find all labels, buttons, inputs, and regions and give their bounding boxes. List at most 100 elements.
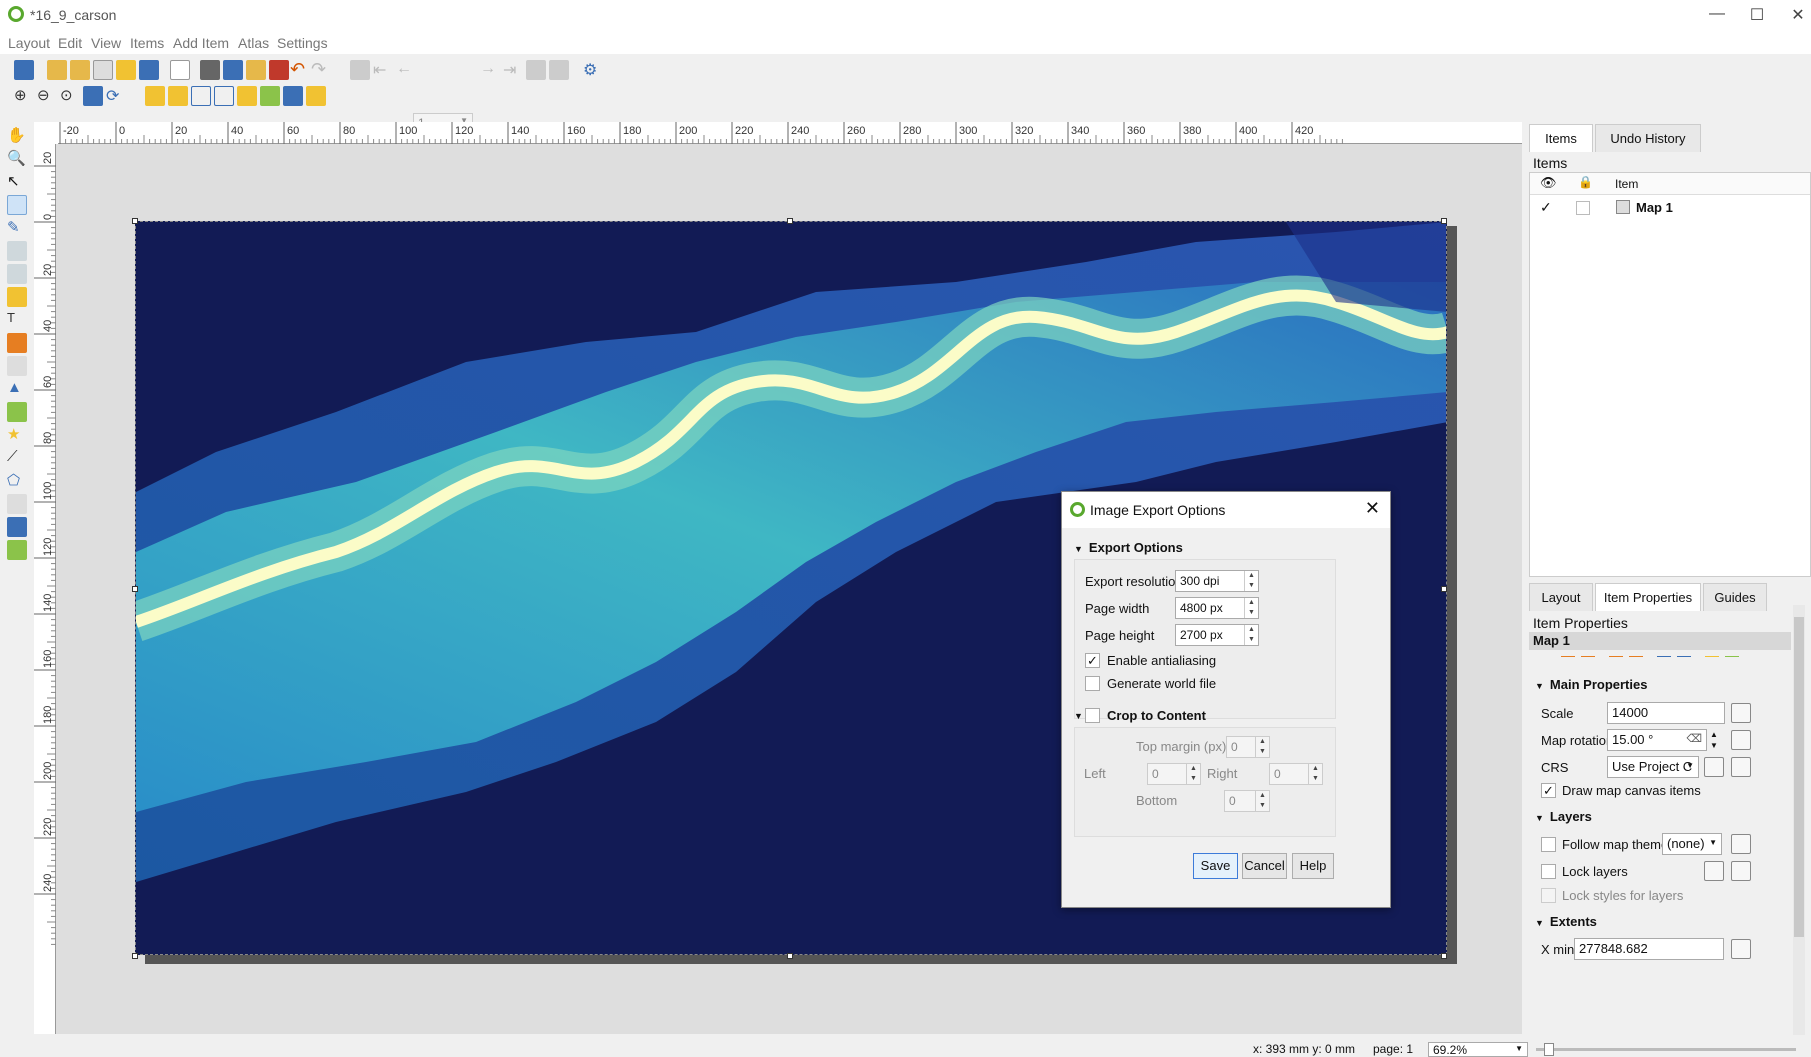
scale-input[interactable]: 14000 — [1607, 702, 1725, 724]
selection-handle-tr[interactable] — [1441, 218, 1447, 224]
menu-view[interactable]: View — [91, 35, 121, 51]
atlas-settings-icon[interactable]: ⚙ — [583, 60, 603, 80]
select-move-icon[interactable]: ↖ — [7, 172, 27, 192]
extents-header[interactable]: ▼ Extents — [1535, 914, 1597, 929]
selection-handle-tl[interactable] — [132, 218, 138, 224]
selection-handle-bl[interactable] — [132, 953, 138, 959]
resolution-spinbox[interactable]: 300 dpi ▲ ▼ — [1175, 570, 1259, 592]
cancel-button[interactable]: Cancel — [1242, 853, 1287, 879]
print-atlas-icon[interactable] — [526, 60, 546, 80]
add-shape-icon[interactable] — [7, 402, 27, 422]
unlock-items-icon[interactable] — [214, 86, 234, 106]
menu-add-item[interactable]: Add Item — [173, 35, 229, 51]
zoom-select[interactable]: 69.2% ▼ — [1428, 1042, 1528, 1057]
visibility-checkbox[interactable]: ✓ — [1540, 199, 1552, 216]
left-margin-spinbox[interactable]: 0 ▲ ▼ — [1147, 763, 1201, 785]
save-project-icon[interactable] — [14, 60, 34, 80]
spin-arrows-icon[interactable]: ▲ ▼ — [1308, 764, 1322, 784]
save-template-icon[interactable] — [139, 60, 159, 80]
add-polygon-icon[interactable]: ⬠ — [7, 471, 27, 491]
new-layout-icon[interactable] — [47, 60, 67, 80]
scrollbar-thumb[interactable] — [1794, 617, 1804, 937]
zoom-slider[interactable] — [1536, 1043, 1796, 1056]
spin-arrows-icon[interactable]: ▲ ▼ — [1244, 571, 1258, 591]
antialiasing-checkbox[interactable]: ✓ — [1085, 653, 1100, 668]
export-pdf-icon[interactable] — [269, 60, 289, 80]
export-atlas-icon[interactable] — [549, 60, 569, 80]
selection-handle-b[interactable] — [787, 953, 793, 959]
align-left-icon[interactable] — [260, 86, 280, 106]
undo-icon[interactable]: ↶ — [290, 60, 310, 80]
lock-items-icon[interactable] — [191, 86, 211, 106]
zoom-in-icon[interactable]: ⊕ — [14, 86, 34, 106]
layout-manager-icon[interactable] — [93, 60, 113, 80]
selection-handle-t[interactable] — [787, 218, 793, 224]
zoom-out-icon[interactable]: ⊖ — [37, 86, 57, 106]
selection-handle-r[interactable] — [1441, 586, 1447, 592]
page-height-spinbox[interactable]: 2700 px ▲ ▼ — [1175, 624, 1259, 646]
close-icon[interactable]: ✕ — [1365, 498, 1380, 519]
add-polyline-icon[interactable]: ⟋ — [7, 448, 27, 468]
selection-handle-l[interactable] — [132, 586, 138, 592]
clear-icon[interactable]: ⌫ — [1686, 732, 1702, 745]
world-file-checkbox[interactable] — [1085, 676, 1100, 691]
bottom-margin-spinbox[interactable]: 0 ▲ ▼ — [1224, 790, 1270, 812]
selection-handle-br[interactable] — [1441, 953, 1447, 959]
data-defined-icon[interactable] — [1731, 703, 1751, 723]
layers-header[interactable]: ▼ Layers — [1535, 809, 1592, 824]
spin-arrows-icon[interactable]: ▲ ▼ — [1186, 764, 1200, 784]
export-svg-icon[interactable] — [246, 60, 266, 80]
first-feature-icon[interactable]: ⇤ — [373, 60, 393, 80]
tab-guides[interactable]: Guides — [1703, 583, 1767, 611]
lock-checkbox[interactable] — [1576, 201, 1590, 215]
add-map-icon[interactable] — [7, 241, 27, 261]
ungroup-items-icon[interactable] — [168, 86, 188, 106]
duplicate-layout-icon[interactable] — [70, 60, 90, 80]
spin-arrows-icon[interactable]: ▲ ▼ — [1244, 598, 1258, 618]
distribute-icon[interactable] — [283, 86, 303, 106]
atlas-preview-icon[interactable] — [350, 60, 370, 80]
raise-items-icon[interactable] — [237, 86, 257, 106]
crs-selector-icon[interactable] — [1704, 757, 1724, 777]
add-scalebar-icon[interactable] — [7, 356, 27, 376]
open-template-icon[interactable] — [116, 60, 136, 80]
zoom-tool-icon[interactable]: 🔍 — [7, 149, 27, 169]
next-feature-icon[interactable]: → — [480, 60, 500, 80]
redo-icon[interactable]: ↷ — [311, 60, 331, 80]
maximize-button[interactable]: ☐ — [1737, 5, 1777, 25]
menu-edit[interactable]: Edit — [58, 35, 82, 51]
lock-styles-checkbox[interactable] — [1541, 888, 1556, 903]
tab-items[interactable]: Items — [1529, 124, 1593, 152]
zoom-slider-handle[interactable] — [1544, 1043, 1554, 1056]
tab-layout[interactable]: Layout — [1529, 583, 1593, 611]
eye-icon[interactable] — [1704, 861, 1724, 881]
add-label-icon[interactable]: T — [7, 310, 27, 330]
collapse-arrow-icon[interactable]: ▼ — [1074, 711, 1083, 721]
data-defined-icon[interactable] — [1731, 834, 1751, 854]
data-defined-icon[interactable] — [1731, 757, 1751, 777]
add-html-icon[interactable] — [7, 494, 27, 514]
crop-to-content-checkbox[interactable] — [1085, 708, 1100, 723]
minimize-button[interactable]: — — [1697, 5, 1737, 23]
close-window-button[interactable]: ✕ — [1778, 5, 1811, 25]
menu-atlas[interactable]: Atlas — [238, 35, 269, 51]
add-attribute-table-icon[interactable] — [7, 517, 27, 537]
top-margin-spinbox[interactable]: 0 ▲ ▼ — [1226, 736, 1270, 758]
add-3d-map-icon[interactable] — [7, 264, 27, 284]
edit-nodes-icon[interactable]: ✎ — [7, 218, 27, 238]
zoom-full-icon[interactable] — [83, 86, 103, 106]
data-defined-icon[interactable] — [1731, 939, 1751, 959]
right-margin-spinbox[interactable]: 0 ▲ ▼ — [1269, 763, 1323, 785]
menu-settings[interactable]: Settings — [277, 35, 328, 51]
follow-theme-checkbox[interactable] — [1541, 837, 1556, 852]
data-defined-icon[interactable] — [1731, 861, 1751, 881]
previous-feature-icon[interactable]: ← — [396, 60, 416, 80]
export-options-header[interactable]: ▼ Export Options — [1074, 540, 1183, 555]
map-theme-select[interactable]: (none) ▼ — [1662, 833, 1722, 855]
refresh-icon[interactable]: ⟳ — [106, 86, 126, 106]
spin-arrows-icon[interactable]: ▲ ▼ — [1255, 791, 1269, 811]
spin-arrows-icon[interactable]: ▲ ▼ — [1710, 729, 1718, 751]
export-image-icon[interactable] — [223, 60, 243, 80]
data-defined-icon[interactable] — [1731, 730, 1751, 750]
add-marker-icon[interactable]: ★ — [7, 425, 27, 445]
